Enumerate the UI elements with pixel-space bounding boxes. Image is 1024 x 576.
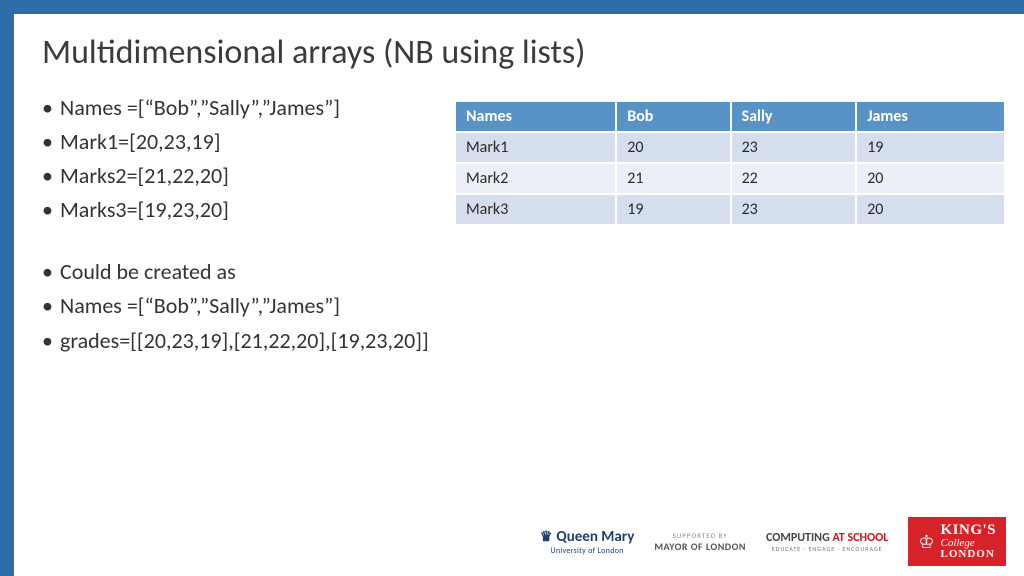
kcl-kings-text: KING'S <box>940 523 996 538</box>
slide-title: Multidimensional arrays (NB using lists) <box>42 32 996 73</box>
table-header: Bob <box>616 101 730 132</box>
table-cell: 22 <box>731 163 857 194</box>
bullet-item: Names =[“Bob”,”Sally”,”James”] <box>42 91 429 125</box>
mayor-main-text: MAYOR OF LONDON <box>654 540 746 553</box>
table-header-row: Names Bob Sally James <box>455 101 1005 132</box>
bullet-item: Could be created as <box>42 255 429 289</box>
bullet-item: Marks3=[19,23,20] <box>42 193 429 227</box>
table-cell: Mark2 <box>455 163 616 194</box>
bullet-list: Names =[“Bob”,”Sally”,”James”] Mark1=[20… <box>42 91 429 358</box>
table-row: Mark1 20 23 19 <box>455 132 1005 163</box>
table-cell: 20 <box>616 132 730 163</box>
mayor-sup-text: SUPPORTED BY <box>673 531 728 540</box>
computing-at-school-logo: COMPUTING AT SCHOOL EDUCATE · ENGAGE · E… <box>766 531 888 553</box>
table-cell: 20 <box>856 194 1005 225</box>
table-cell: 21 <box>616 163 730 194</box>
table-cell: 19 <box>856 132 1005 163</box>
qm-main-text: Queen Mary <box>556 528 634 546</box>
mayor-of-london-logo: SUPPORTED BY MAYOR OF LONDON <box>654 531 746 553</box>
table-cell: Mark1 <box>455 132 616 163</box>
cas-sub-text: EDUCATE · ENGAGE · ENCOURAGE <box>772 545 883 553</box>
table-cell: 23 <box>731 132 857 163</box>
slide: Multidimensional arrays (NB using lists)… <box>0 0 1024 576</box>
bullet-item: Mark1=[20,23,19] <box>42 125 429 159</box>
table-cell: 23 <box>731 194 857 225</box>
table-cell: Mark3 <box>455 194 616 225</box>
footer-logos: ♛ Queen Mary University of London SUPPOR… <box>540 517 1006 566</box>
table-header: Names <box>455 101 616 132</box>
queen-mary-logo: ♛ Queen Mary University of London <box>540 528 634 556</box>
bullet-item: grades=[[20,23,19],[21,22,20],[19,23,20]… <box>42 324 429 358</box>
table-row: Mark2 21 22 20 <box>455 163 1005 194</box>
table-cell: 19 <box>616 194 730 225</box>
table-header: James <box>856 101 1005 132</box>
cas-accent-text: AT SCHOOL <box>832 531 888 545</box>
crest-icon: ♔ <box>918 533 934 551</box>
crown-icon: ♛ <box>540 528 553 545</box>
qm-sub-text: University of London <box>550 546 623 556</box>
table-cell: 20 <box>856 163 1005 194</box>
kcl-london-text: LONDON <box>940 549 996 560</box>
data-table-wrap: Names Bob Sally James Mark1 20 23 19 Mar… <box>454 100 1006 226</box>
cas-comp-text: COMPUTING <box>766 531 833 545</box>
kings-college-logo: ♔ KING'S College LONDON <box>908 517 1006 566</box>
bullet-item: Marks2=[21,22,20] <box>42 159 429 193</box>
table-row: Mark3 19 23 20 <box>455 194 1005 225</box>
table-header: Sally <box>731 101 857 132</box>
bullet-spacer <box>42 227 429 255</box>
data-table: Names Bob Sally James Mark1 20 23 19 Mar… <box>454 100 1006 226</box>
bullet-item: Names =[“Bob”,”Sally”,”James”] <box>42 289 429 323</box>
